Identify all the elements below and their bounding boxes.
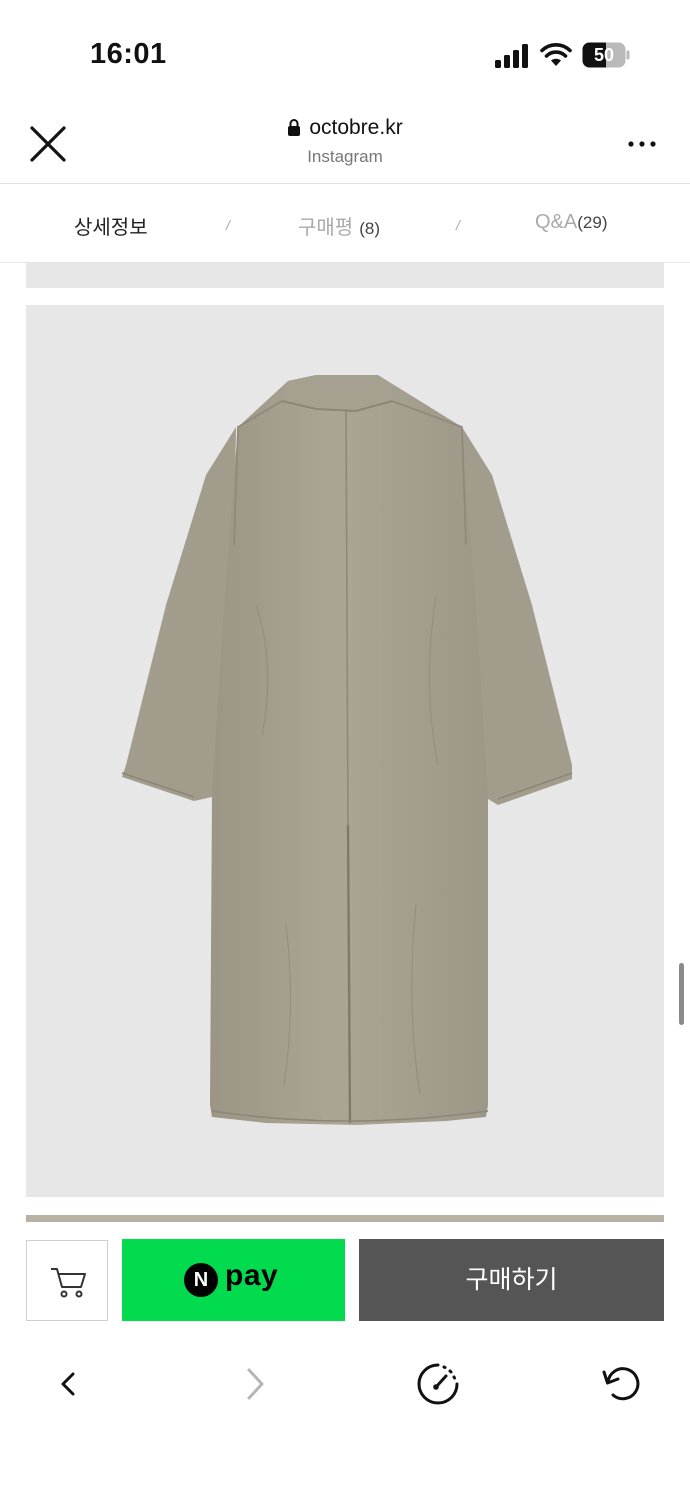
page: 16:01 50 octobre.kr Instagram 상세정보 / 구매평…	[0, 0, 690, 1500]
tab-detail-label: 상세정보	[74, 217, 148, 239]
tab-review-count: (8)	[359, 219, 380, 238]
tab-review[interactable]: 구매평 (8)	[298, 211, 380, 240]
lock-icon	[288, 119, 301, 136]
npay-logo: N	[184, 1263, 218, 1297]
cart-icon	[51, 1268, 86, 1298]
buy-button[interactable]: 구매하기	[359, 1239, 664, 1321]
battery-level: 50	[593, 45, 615, 65]
cart-button[interactable]	[26, 1240, 108, 1321]
browser-header: octobre.kr Instagram	[0, 100, 690, 184]
url-source: Instagram	[307, 147, 383, 166]
tab-bar: 상세정보 / 구매평 (8) / Q&A(29)	[0, 185, 690, 263]
npay-label: pay	[225, 1259, 279, 1292]
signal-icon	[495, 44, 528, 68]
coat-back-view-icon	[121, 375, 573, 1125]
more-icon[interactable]	[622, 130, 662, 158]
reload-icon[interactable]	[598, 1360, 646, 1408]
url-bar[interactable]: octobre.kr	[0, 116, 690, 140]
tab-qa-count: (29)	[577, 213, 608, 232]
forward-icon[interactable]	[230, 1360, 278, 1408]
tab-detail[interactable]: 상세정보	[74, 211, 148, 240]
url-domain: octobre.kr	[309, 116, 403, 139]
scroll-indicator[interactable]	[679, 963, 684, 1025]
speedometer-icon[interactable]	[414, 1360, 462, 1408]
tab-qa[interactable]: Q&A(29)	[535, 211, 607, 234]
npay-button[interactable]: N pay	[122, 1239, 345, 1321]
tab-separator: /	[226, 217, 230, 233]
status-time: 16:01	[90, 38, 167, 70]
previous-image-edge	[26, 263, 664, 288]
status-bar: 16:01 50	[0, 0, 690, 100]
wifi-icon	[540, 43, 572, 66]
tab-review-label: 구매평	[298, 217, 354, 239]
tab-separator: /	[456, 217, 460, 233]
purchase-bar: N pay 구매하기	[0, 1222, 690, 1340]
back-icon[interactable]	[44, 1360, 92, 1408]
product-image	[26, 305, 664, 1197]
tab-qa-label: Q&A	[535, 211, 578, 233]
browser-toolbar	[0, 1340, 690, 1500]
